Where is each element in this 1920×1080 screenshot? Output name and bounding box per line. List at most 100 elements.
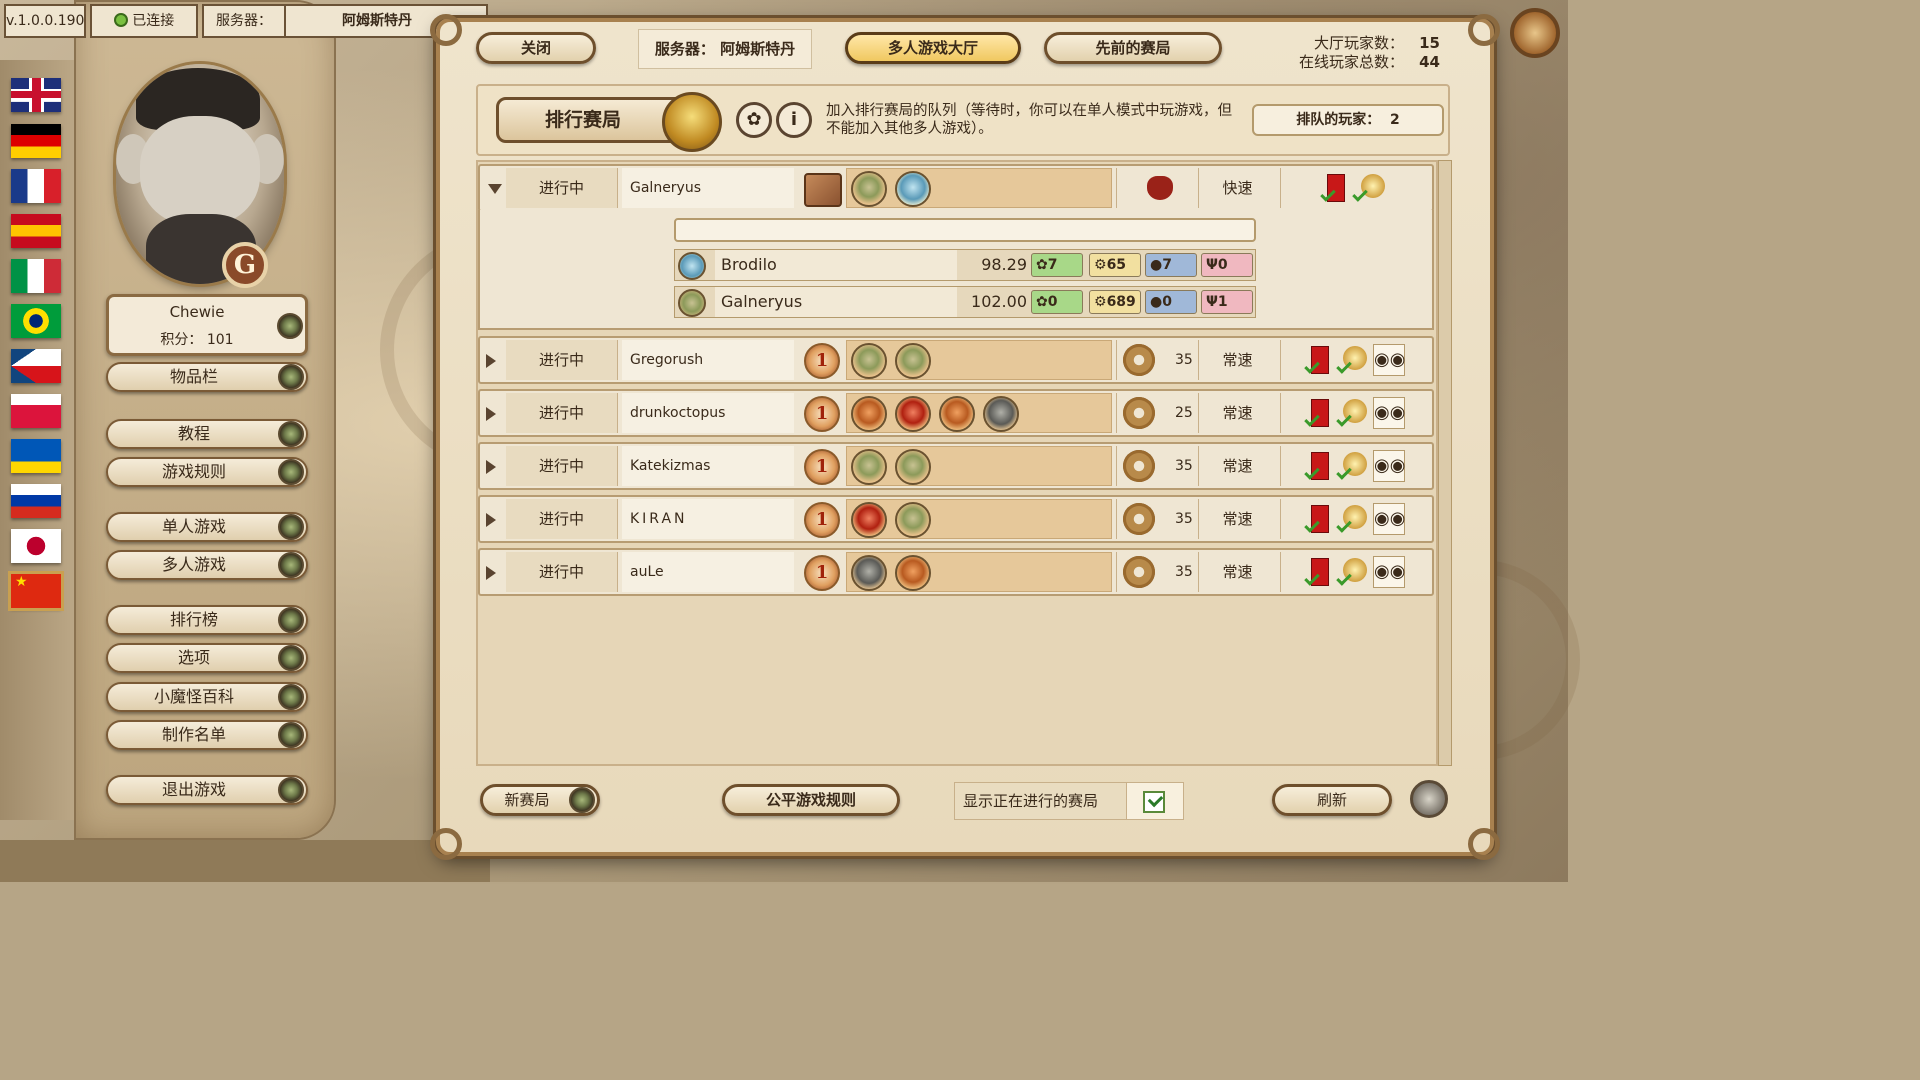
ranked-medal-icon: 1 <box>804 502 840 538</box>
goblin-avatar-icon <box>895 555 931 591</box>
player-name: Brodilo <box>715 250 957 280</box>
expand-arrow-icon[interactable] <box>486 407 496 421</box>
russia-flag[interactable] <box>11 484 61 518</box>
player-score: 积分： 101 <box>160 332 234 348</box>
game-row[interactable]: 进行中 Katekizmas 1 35 常速 ◉◉ <box>478 442 1434 490</box>
china-flag[interactable]: ★ <box>8 571 64 611</box>
player-avatars <box>846 168 1112 208</box>
ukraine-flag[interactable] <box>11 439 61 473</box>
knob-icon <box>278 459 304 485</box>
list-scrollbar[interactable] <box>1438 160 1452 766</box>
player-row: Brodilo 98.29 ✿7 ⚙65 ●7 Ψ0 <box>674 249 1256 281</box>
queue-counter: 排队的玩家： 2 <box>1252 104 1444 136</box>
tab-previous-games[interactable]: 先前的赛局 <box>1044 32 1222 64</box>
status-bar <box>0 840 490 882</box>
corner-ornament-icon <box>430 14 462 46</box>
goblin-avatar-icon <box>851 449 887 485</box>
check-icon <box>1336 570 1352 586</box>
cards-icon <box>804 173 842 207</box>
settings-gear-icon[interactable]: ✿ <box>736 102 772 138</box>
expand-arrow-icon[interactable] <box>486 566 496 580</box>
leaderboard-button[interactable]: 排行榜 <box>106 605 308 635</box>
knob-icon <box>278 777 304 803</box>
game-flags: ◉◉ <box>1280 552 1430 592</box>
game-flags: ◉◉ <box>1280 499 1430 539</box>
quit-button[interactable]: 退出游戏 <box>106 775 308 805</box>
game-speed: 常速 <box>1198 552 1276 592</box>
game-flags: ◉◉ <box>1280 393 1430 433</box>
game-row[interactable]: 进行中 auLe 1 35 常速 ◉◉ <box>478 548 1434 596</box>
germany-flag[interactable] <box>11 124 61 158</box>
fair-play-rules-button[interactable]: 公平游戏规则 <box>722 784 900 816</box>
credits-button[interactable]: 制作名单 <box>106 720 308 750</box>
check-icon <box>1336 517 1352 533</box>
fork-stat: Ψ1 <box>1201 290 1253 314</box>
spain-flag[interactable] <box>11 214 61 248</box>
game-row[interactable]: 进行中 KIRAN 1 35 常速 ◉◉ <box>478 495 1434 543</box>
tutorial-button[interactable]: 教程 <box>106 419 308 449</box>
player-name: Chewie <box>169 303 225 321</box>
expand-arrow-icon[interactable] <box>486 354 496 368</box>
japan-flag[interactable] <box>11 529 61 563</box>
server-display: 服务器： 阿姆斯特丹 <box>638 29 812 69</box>
game-type-badge: 1 <box>800 341 842 381</box>
game-speed: 常速 <box>1198 499 1276 539</box>
mask-icon: ◉◉ <box>1373 556 1405 588</box>
profile-card[interactable]: Chewie 积分： 101 <box>106 294 308 356</box>
knob-icon <box>278 552 304 578</box>
game-type-badge <box>800 169 842 209</box>
expand-arrow-icon[interactable] <box>486 513 496 527</box>
connection-led-icon <box>113 13 128 27</box>
gear-icon <box>1123 397 1155 429</box>
show-running-checkbox[interactable] <box>1126 782 1184 820</box>
game-flags: ◉◉ <box>1280 340 1430 380</box>
close-button[interactable]: 关闭 <box>476 32 596 64</box>
checkmark-icon <box>1143 791 1165 813</box>
game-row[interactable]: 进行中 Gregorush 1 35 常速 ◉◉ <box>478 336 1434 384</box>
home-icon[interactable] <box>1510 8 1560 58</box>
expand-arrow-icon[interactable] <box>486 460 496 474</box>
ranked-medal-icon: 1 <box>804 396 840 432</box>
version-label: v.1.0.0.190 <box>4 4 86 38</box>
brazil-flag[interactable] <box>11 304 61 338</box>
single-player-button[interactable]: 单人游戏 <box>106 512 308 542</box>
game-speed: 快速 <box>1198 168 1276 208</box>
game-cost: 35 <box>1116 340 1194 380</box>
collapse-arrow-icon[interactable] <box>488 184 502 194</box>
game-flags: ◉◉ <box>1280 446 1430 486</box>
tab-multiplayer-lobby[interactable]: 多人游戏大厅 <box>845 32 1021 64</box>
info-icon[interactable]: i <box>776 102 812 138</box>
italy-flag[interactable] <box>11 259 61 293</box>
game-row[interactable]: 进行中 drunkoctopus 1 25 常速 ◉◉ <box>478 389 1434 437</box>
player-avatars <box>846 552 1112 592</box>
gear-stat: ✿7 <box>1031 253 1083 277</box>
player-rating: 102.00 <box>971 292 1027 311</box>
options-button[interactable]: 选项 <box>106 643 308 673</box>
game-rules-button[interactable]: 游戏规则 <box>106 457 308 487</box>
poland-flag[interactable] <box>11 394 61 428</box>
uk-flag[interactable] <box>11 78 61 112</box>
knob-icon <box>278 607 304 633</box>
france-flag[interactable] <box>11 169 61 203</box>
game-speed: 常速 <box>1198 393 1276 433</box>
check-icon <box>1352 186 1368 202</box>
player-rating: 98.29 <box>981 255 1027 274</box>
game-type-badge: 1 <box>800 394 842 434</box>
corner-ornament-icon <box>1468 828 1500 860</box>
goblin-avatar-icon <box>851 502 887 538</box>
wiki-button[interactable]: 小魔怪百科 <box>106 682 308 712</box>
game-row[interactable]: 进行中 Galneryus 快速 <box>478 164 1434 212</box>
goblin-avatar-icon <box>895 449 931 485</box>
refresh-button[interactable]: 刷新 <box>1272 784 1392 816</box>
bell-icon[interactable] <box>1410 780 1448 818</box>
czech-flag[interactable] <box>11 349 61 383</box>
game-chat-input[interactable] <box>674 218 1256 242</box>
inventory-button[interactable]: 物品栏 <box>106 362 308 392</box>
goblin-avatar-icon <box>895 396 931 432</box>
multiplayer-button[interactable]: 多人游戏 <box>106 550 308 580</box>
coin-stat: ⚙689 <box>1089 290 1141 314</box>
portrait-face <box>140 116 260 226</box>
new-game-button[interactable]: 新赛局 <box>480 784 600 816</box>
mask-icon: ◉◉ <box>1373 503 1405 535</box>
knob-icon <box>278 722 304 748</box>
